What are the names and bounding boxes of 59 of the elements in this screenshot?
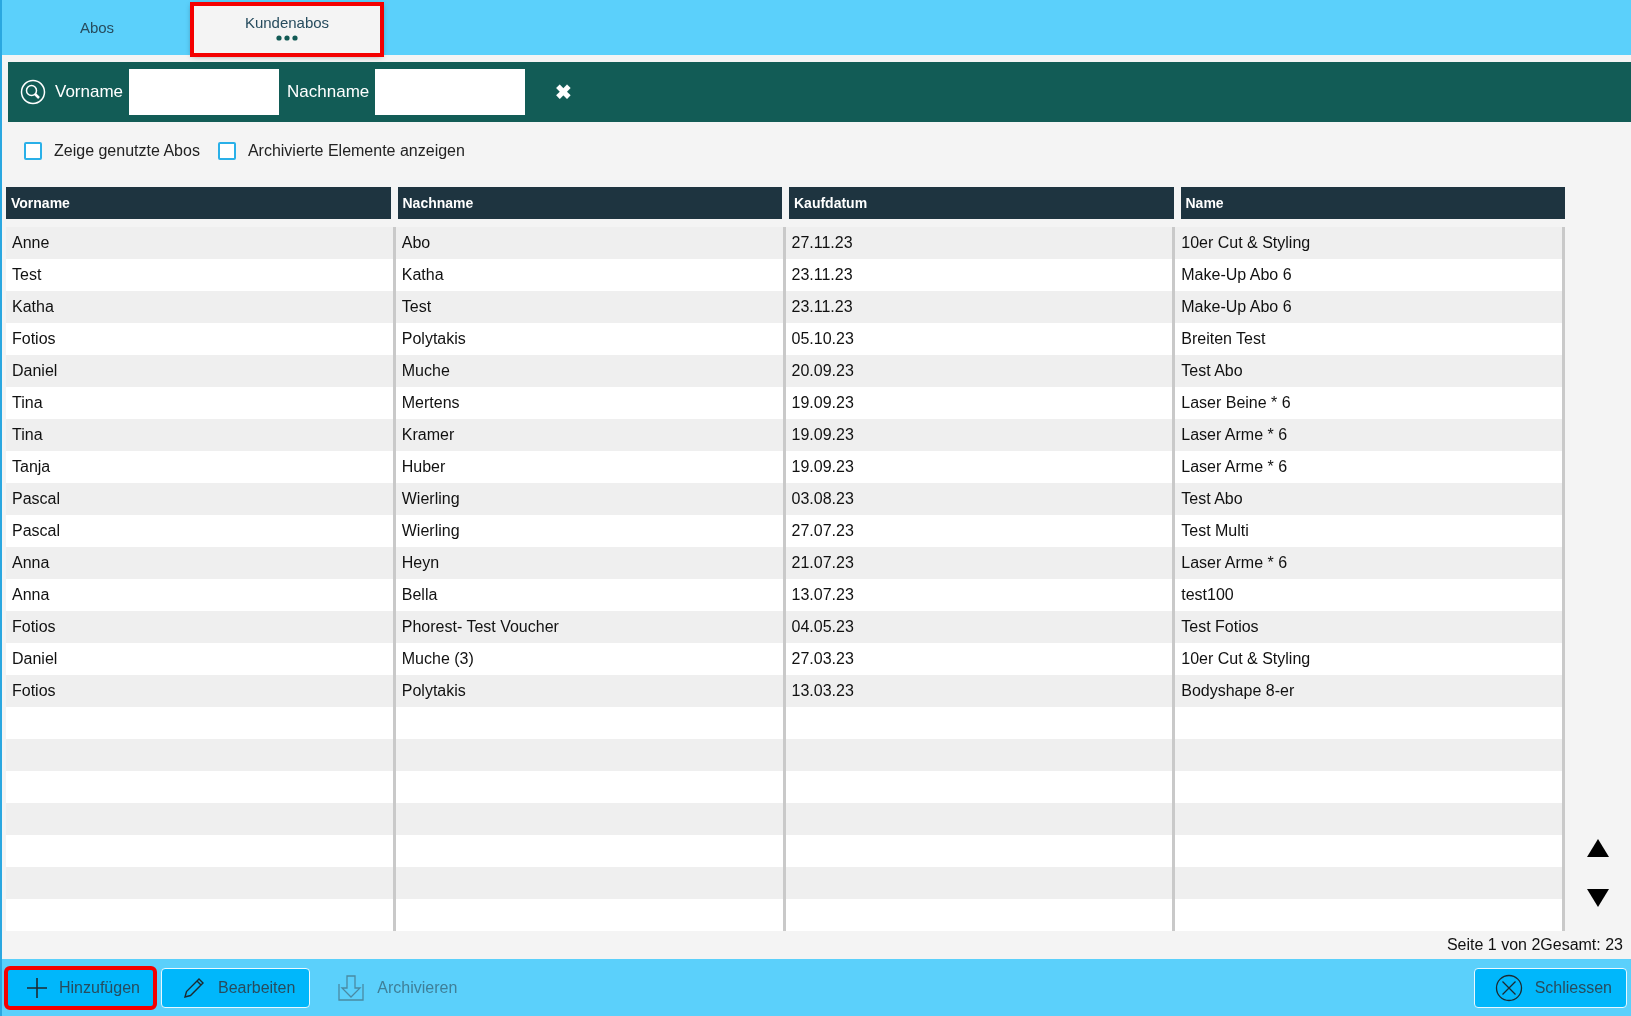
search-icon: [20, 79, 46, 105]
field-label: Vorname: [55, 82, 124, 102]
checkbox-label: Archivierte Elemente anzeigen: [247, 142, 465, 160]
table-cell: 20.09.23: [785, 355, 1176, 387]
table-cell: Muche: [395, 355, 786, 387]
page-info: Seite 1 von 2Gesamt: 23: [1446, 936, 1623, 954]
table-cell: Laser Arme * 6: [1175, 419, 1565, 451]
table-cell: Anna: [6, 547, 396, 579]
column-header[interactable]: Kaufdatum: [789, 187, 1174, 219]
checkbox[interactable]: [217, 142, 236, 160]
table-cell: 13.03.23: [785, 675, 1176, 707]
column-header[interactable]: Nachname: [397, 187, 782, 219]
table-cell: 10er Cut & Styling: [1175, 227, 1565, 259]
checkbox-label: Zeige genutzte Abos: [54, 142, 200, 160]
text-field[interactable]: [375, 69, 526, 115]
table-cell: 03.08.23: [785, 483, 1176, 515]
column-header[interactable]: Name: [1180, 187, 1565, 219]
table-cell: Test: [395, 291, 786, 323]
table-cell: Kramer: [395, 419, 786, 451]
table-cell: 23.11.23: [785, 291, 1176, 323]
table-cell: 21.07.23: [785, 547, 1176, 579]
table-cell: Fotios: [6, 611, 396, 643]
add-button[interactable]: Hinzufügen: [6, 967, 155, 1008]
scroll-down-icon[interactable]: [1587, 889, 1609, 907]
tab[interactable]: Abos: [2, 4, 192, 55]
close-icon: [1494, 973, 1523, 1002]
table-cell: Katha: [6, 291, 396, 323]
scroll-up-icon[interactable]: [1587, 839, 1609, 857]
clear-button[interactable]: ✖: [549, 78, 579, 106]
table-cell: Pascal: [6, 483, 396, 515]
more-dots-icon: [276, 34, 298, 41]
field-label: Nachname: [287, 82, 370, 102]
table-cell: Fotios: [6, 675, 396, 707]
tab[interactable]: Kundenabos: [192, 4, 382, 55]
text-field[interactable]: [129, 69, 280, 115]
checkbox[interactable]: [24, 142, 42, 160]
table-cell: Laser Arme * 6: [1175, 547, 1565, 579]
table-cell: Abo: [395, 227, 786, 259]
column-header[interactable]: Vorname: [6, 187, 391, 219]
table-cell: Daniel: [6, 355, 396, 387]
table-cell: Test Abo: [1175, 483, 1565, 515]
table-cell: Test Abo: [1175, 355, 1565, 387]
table-cell: Test Fotios: [1175, 611, 1565, 643]
table-cell: 19.09.23: [785, 419, 1176, 451]
table-cell: Anne: [6, 227, 396, 259]
table-cell: Wierling: [395, 483, 786, 515]
plus-icon: [27, 977, 47, 998]
table-cell: 04.05.23: [785, 611, 1176, 643]
table-cell: Polytakis: [395, 675, 786, 707]
table-cell: Make-Up Abo 6: [1175, 291, 1565, 323]
pencil-icon: [181, 975, 206, 1000]
table-cell: Phorest- Test Voucher: [395, 611, 786, 643]
table-cell: Tina: [6, 419, 396, 451]
table-cell: Bodyshape 8-er: [1175, 675, 1565, 707]
edit-button[interactable]: Bearbeiten: [160, 967, 311, 1008]
close-button[interactable]: Schliessen: [1473, 967, 1627, 1008]
download-tray-icon: [337, 973, 366, 1002]
table-cell: Heyn: [395, 547, 786, 579]
table-cell: 27.11.23: [785, 227, 1176, 259]
